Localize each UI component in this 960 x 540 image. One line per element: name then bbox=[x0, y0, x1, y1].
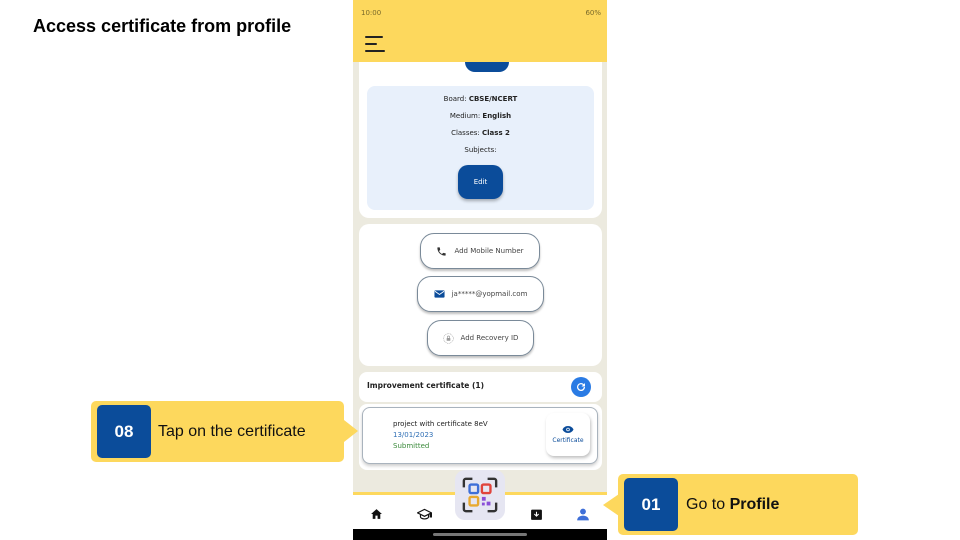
callout-arrow-01 bbox=[603, 494, 619, 516]
gesture-bar bbox=[353, 529, 607, 540]
courses-icon[interactable] bbox=[416, 506, 432, 522]
email-field[interactable]: ja*****@yopmail.com bbox=[417, 276, 544, 312]
status-bar: 10:00 60% bbox=[361, 9, 601, 19]
profile-emphasis: Profile bbox=[729, 496, 780, 513]
profile-card: Board: CBSE/NCERT Medium: English Classe… bbox=[359, 40, 602, 218]
refresh-button[interactable] bbox=[571, 377, 591, 397]
phone-icon bbox=[436, 246, 447, 257]
certificate-card[interactable]: project with certificate 8eV 13/01/2023 … bbox=[362, 407, 598, 464]
downloads-icon[interactable] bbox=[528, 506, 544, 522]
status-time: 10:00 bbox=[361, 9, 382, 17]
app-header: 10:00 60% bbox=[353, 0, 607, 62]
board-value: CBSE/NCERT bbox=[468, 95, 518, 103]
slide-title: Access certificate from profile bbox=[33, 16, 292, 36]
certificate-name: project with certificate 8eV bbox=[393, 420, 488, 428]
callout-arrow-08 bbox=[344, 420, 358, 442]
step-badge-08: 08 bbox=[97, 405, 151, 458]
callout-step-1: 01 Go to Profile bbox=[618, 474, 858, 535]
contact-card: Add Mobile Number ja*****@yopmail.com Ad… bbox=[359, 224, 602, 366]
tutorial-slide: Access certificate from profile Board: C… bbox=[0, 0, 960, 540]
refresh-icon bbox=[577, 383, 586, 392]
view-certificate-label: Certificate bbox=[552, 437, 584, 444]
callout-text-08: Tap on the certificate bbox=[158, 423, 306, 440]
eye-icon bbox=[562, 426, 574, 433]
qr-scanner-icon bbox=[462, 477, 498, 513]
medium-row: Medium: English bbox=[449, 112, 512, 120]
certificate-status: Submitted bbox=[393, 442, 430, 450]
board-row: Board: CBSE/NCERT bbox=[443, 95, 518, 103]
add-mobile-label: Add Mobile Number bbox=[454, 247, 524, 255]
certificate-section-title: Improvement certificate (1) bbox=[367, 381, 485, 390]
certificate-section-header: Improvement certificate (1) bbox=[359, 372, 602, 402]
callout-text-01: Go to Profile bbox=[686, 496, 780, 513]
view-certificate-button[interactable]: Certificate bbox=[546, 413, 590, 456]
add-mobile-button[interactable]: Add Mobile Number bbox=[420, 233, 540, 269]
step-badge-01: 01 bbox=[624, 478, 678, 531]
mail-icon bbox=[434, 289, 445, 300]
menu-icon[interactable] bbox=[365, 36, 385, 52]
medium-value: English bbox=[482, 112, 512, 120]
subjects-row: Subjects: bbox=[464, 146, 497, 154]
certificate-date: 13/01/2023 bbox=[393, 431, 434, 439]
classes-row: Classes: Class 2 bbox=[451, 129, 510, 137]
lock-icon bbox=[442, 332, 454, 344]
edit-profile-button[interactable]: Edit bbox=[458, 165, 503, 199]
profile-info-box: Board: CBSE/NCERT Medium: English Classe… bbox=[367, 86, 594, 210]
add-recovery-button[interactable]: Add Recovery ID bbox=[427, 320, 534, 356]
status-battery: 60% bbox=[585, 9, 601, 17]
callout-step-8: 08 Tap on the certificate bbox=[91, 401, 344, 462]
phone-screen: Board: CBSE/NCERT Medium: English Classe… bbox=[353, 0, 607, 540]
email-value: ja*****@yopmail.com bbox=[451, 290, 528, 298]
home-icon[interactable] bbox=[368, 506, 384, 522]
classes-value: Class 2 bbox=[482, 129, 510, 137]
home-indicator bbox=[433, 533, 527, 536]
avatar-button-partial[interactable] bbox=[465, 62, 509, 72]
profile-icon[interactable] bbox=[575, 506, 591, 522]
certificate-list: project with certificate 8eV 13/01/2023 … bbox=[359, 404, 602, 470]
qr-scanner-button[interactable] bbox=[455, 470, 505, 520]
add-recovery-label: Add Recovery ID bbox=[460, 334, 519, 342]
